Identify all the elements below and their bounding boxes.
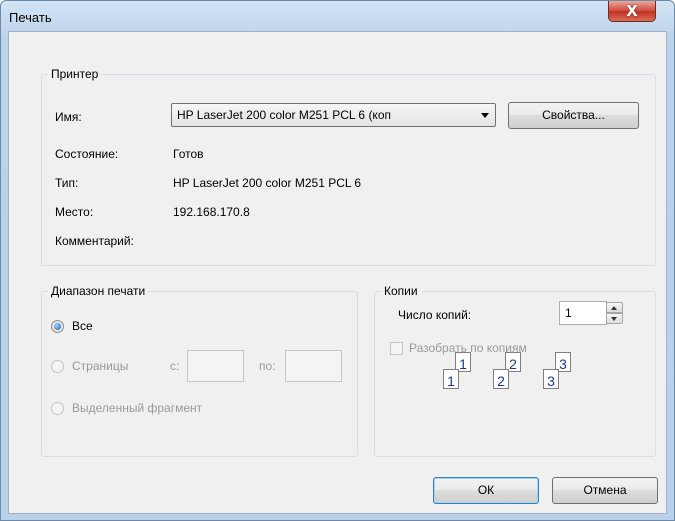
close-icon: X	[626, 2, 638, 20]
copies-spinner[interactable]	[606, 302, 623, 324]
cancel-button-label: Отмена	[583, 483, 627, 497]
ok-button[interactable]: ОК	[433, 477, 539, 504]
range-from-input[interactable]	[187, 350, 244, 382]
type-value: HP LaserJet 200 color M251 PCL 6	[173, 176, 362, 190]
status-value: Готов	[173, 147, 204, 161]
collate-page-front-3: 3	[543, 369, 559, 389]
comment-label: Комментарий:	[55, 234, 134, 248]
arrow-up-icon	[611, 306, 617, 310]
collate-page-front-1: 1	[443, 369, 459, 389]
range-to-label: по:	[259, 359, 276, 373]
cancel-button[interactable]: Отмена	[552, 477, 658, 504]
printer-name-value: HP LaserJet 200 color M251 PCL 6 (коп	[177, 108, 391, 122]
range-selection-radio[interactable]	[51, 402, 64, 415]
copies-count-value: 1	[565, 306, 572, 320]
type-label: Тип:	[55, 176, 79, 190]
spin-down-button[interactable]	[606, 313, 623, 324]
copies-count-label: Число копий:	[398, 308, 472, 322]
status-label: Состояние:	[55, 147, 119, 161]
spin-up-button[interactable]	[606, 302, 623, 313]
range-selection-label[interactable]: Выделенный фрагмент	[72, 401, 202, 415]
range-from-label: с:	[170, 359, 180, 373]
dialog-title: Печать	[9, 10, 52, 25]
close-button[interactable]: X	[608, 1, 656, 22]
range-all-radio[interactable]	[51, 320, 64, 333]
collate-illustration: 1 1 2 2 3 3	[430, 348, 580, 396]
arrow-down-icon	[611, 317, 617, 321]
chevron-down-icon	[481, 113, 489, 118]
range-to-input[interactable]	[285, 350, 342, 382]
location-value: 192.168.170.8	[173, 205, 250, 219]
copies-count-input[interactable]: 1	[559, 301, 607, 325]
range-pages-radio[interactable]	[51, 360, 64, 373]
properties-button[interactable]: Свойства...	[508, 102, 639, 129]
ok-button-label: ОК	[477, 483, 495, 497]
location-label: Место:	[55, 205, 94, 219]
printer-name-select[interactable]: HP LaserJet 200 color M251 PCL 6 (коп	[171, 103, 496, 127]
collate-page-front-2: 2	[493, 369, 509, 389]
title-bar[interactable]: Печать X	[1, 1, 674, 31]
properties-button-label: Свойства...	[542, 108, 605, 122]
print-range-group-label: Диапазон печати	[48, 284, 149, 298]
range-all-label[interactable]: Все	[72, 319, 93, 333]
printer-group-label: Принтер	[48, 67, 102, 81]
copies-group-label: Копии	[381, 284, 421, 298]
printer-name-label: Имя:	[55, 110, 82, 124]
range-pages-label[interactable]: Страницы	[72, 359, 128, 373]
collate-checkbox[interactable]	[390, 342, 403, 355]
